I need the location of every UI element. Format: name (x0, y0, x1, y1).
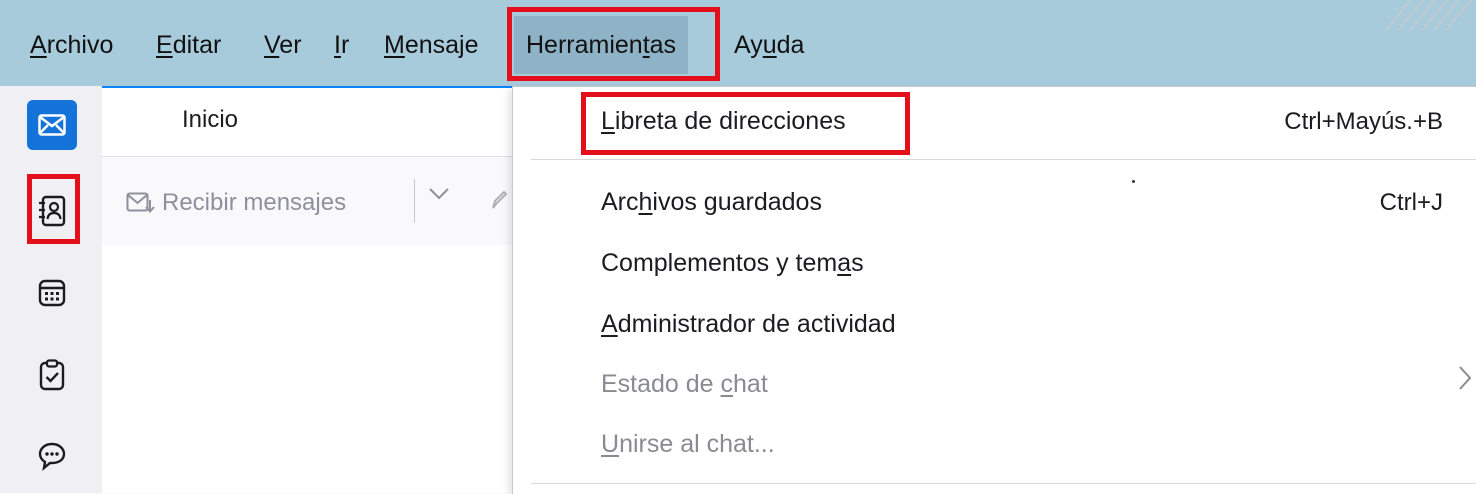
menuitem-saved-files[interactable]: Archivos guardados (601, 188, 822, 217)
menuitem-accesskey: h (638, 188, 653, 216)
menu-accesskey: I (334, 31, 341, 59)
menuitem-join-chat[interactable]: Unirse al chat... (601, 430, 775, 459)
pencil-icon (492, 190, 508, 209)
get-messages-icon (126, 192, 155, 214)
write-button[interactable] (490, 189, 508, 217)
menu-label: Herramien (526, 31, 643, 59)
menu-label: r (340, 31, 350, 59)
menu-accesskey: A (30, 31, 47, 59)
menuitem-chat-status[interactable]: Estado de chat (601, 370, 768, 399)
menu-accesskey: E (156, 31, 173, 59)
mail-icon (38, 114, 66, 136)
chevron-down-icon (429, 188, 449, 200)
menuitem-label: ibreta de direcciones (614, 107, 846, 135)
menuitem-accesskey: L (601, 107, 615, 135)
menu-label: er (279, 31, 302, 59)
menu-accesskey: u (762, 31, 777, 59)
menu-archivo[interactable]: Archivo (30, 28, 113, 62)
menu-separator (531, 159, 1476, 160)
menuitem-address-book[interactable]: Libreta de direcciones (601, 107, 846, 136)
menuitem-label: s (851, 249, 864, 277)
menu-ver[interactable]: Ver (264, 28, 302, 62)
menu-herramientas[interactable]: Herramientas (514, 16, 689, 74)
menu-separator (531, 483, 1476, 484)
address-book-icon (39, 195, 66, 227)
toolbar-divider (414, 179, 415, 223)
menu-accesskey: V (264, 31, 280, 59)
menu-mensaje[interactable]: Mensaje (384, 28, 479, 62)
mail-space-button[interactable] (27, 100, 77, 150)
menuitem-label: ivos guardados (652, 188, 822, 216)
menu-label: ensaje (404, 31, 479, 59)
shortcut-saved-files: Ctrl+J (1379, 189, 1443, 216)
menu-ir[interactable]: Ir (334, 28, 349, 62)
chat-space-button[interactable] (27, 431, 77, 481)
menuitem-label: nirse al chat... (619, 430, 775, 458)
address-book-space-button[interactable] (27, 186, 77, 236)
tools-menu-popup: Libreta de direcciones Ctrl+Mayús.+B Arc… (512, 86, 1476, 494)
menu-label: rchivo (46, 31, 114, 59)
menuitem-label: Estado de (601, 370, 721, 398)
menu-editar[interactable]: Editar (156, 28, 221, 62)
tasks-space-button[interactable] (27, 350, 77, 400)
tab-inicio[interactable]: Inicio (102, 86, 512, 156)
menu-label: ditar (172, 31, 222, 59)
menu-bar: Archivo Editar Ver Ir Mensaje Herramient… (0, 0, 1476, 86)
shortcut-address-book: Ctrl+Mayús.+B (1284, 108, 1443, 135)
content-area (102, 245, 512, 493)
chevron-right-icon (1459, 366, 1472, 390)
menu-label: Ay (734, 31, 763, 59)
get-messages-button[interactable]: Recibir mensajes (126, 183, 346, 223)
calendar-icon (38, 279, 66, 307)
tab-label: Inicio (182, 106, 239, 133)
stray-dot (1132, 180, 1135, 183)
tab-strip: Inicio (102, 86, 512, 156)
menu-accesskey: t (642, 31, 650, 59)
menu-ayuda[interactable]: Ayuda (734, 28, 804, 62)
menuitem-accesskey: a (837, 249, 852, 277)
menu-label: as (649, 31, 677, 59)
get-messages-dropdown[interactable] (428, 187, 450, 206)
menuitem-addons-themes[interactable]: Complementos y temas (601, 249, 864, 278)
menuitem-label: Complementos y tem (601, 249, 838, 277)
calendar-space-button[interactable] (27, 268, 77, 318)
mail-toolbar: Recibir mensajes (102, 156, 512, 246)
get-messages-label: Recibir mensajes (162, 189, 347, 216)
menuitem-activity-manager[interactable]: Administrador de actividad (601, 310, 896, 339)
window-corner-decoration (1385, 0, 1472, 30)
menuitem-accesskey: c (720, 370, 734, 398)
menuitem-accesskey: U (601, 430, 620, 458)
menu-label: da (776, 31, 805, 59)
tasks-icon (39, 359, 65, 391)
menu-accesskey: M (384, 31, 405, 59)
menuitem-label: Arc (601, 188, 639, 216)
menuitem-label: dministrador de actividad (617, 310, 896, 338)
chat-icon (38, 442, 66, 471)
menuitem-label: hat (733, 370, 768, 398)
spaces-toolbar (0, 86, 103, 493)
menuitem-accesskey: A (601, 310, 618, 338)
